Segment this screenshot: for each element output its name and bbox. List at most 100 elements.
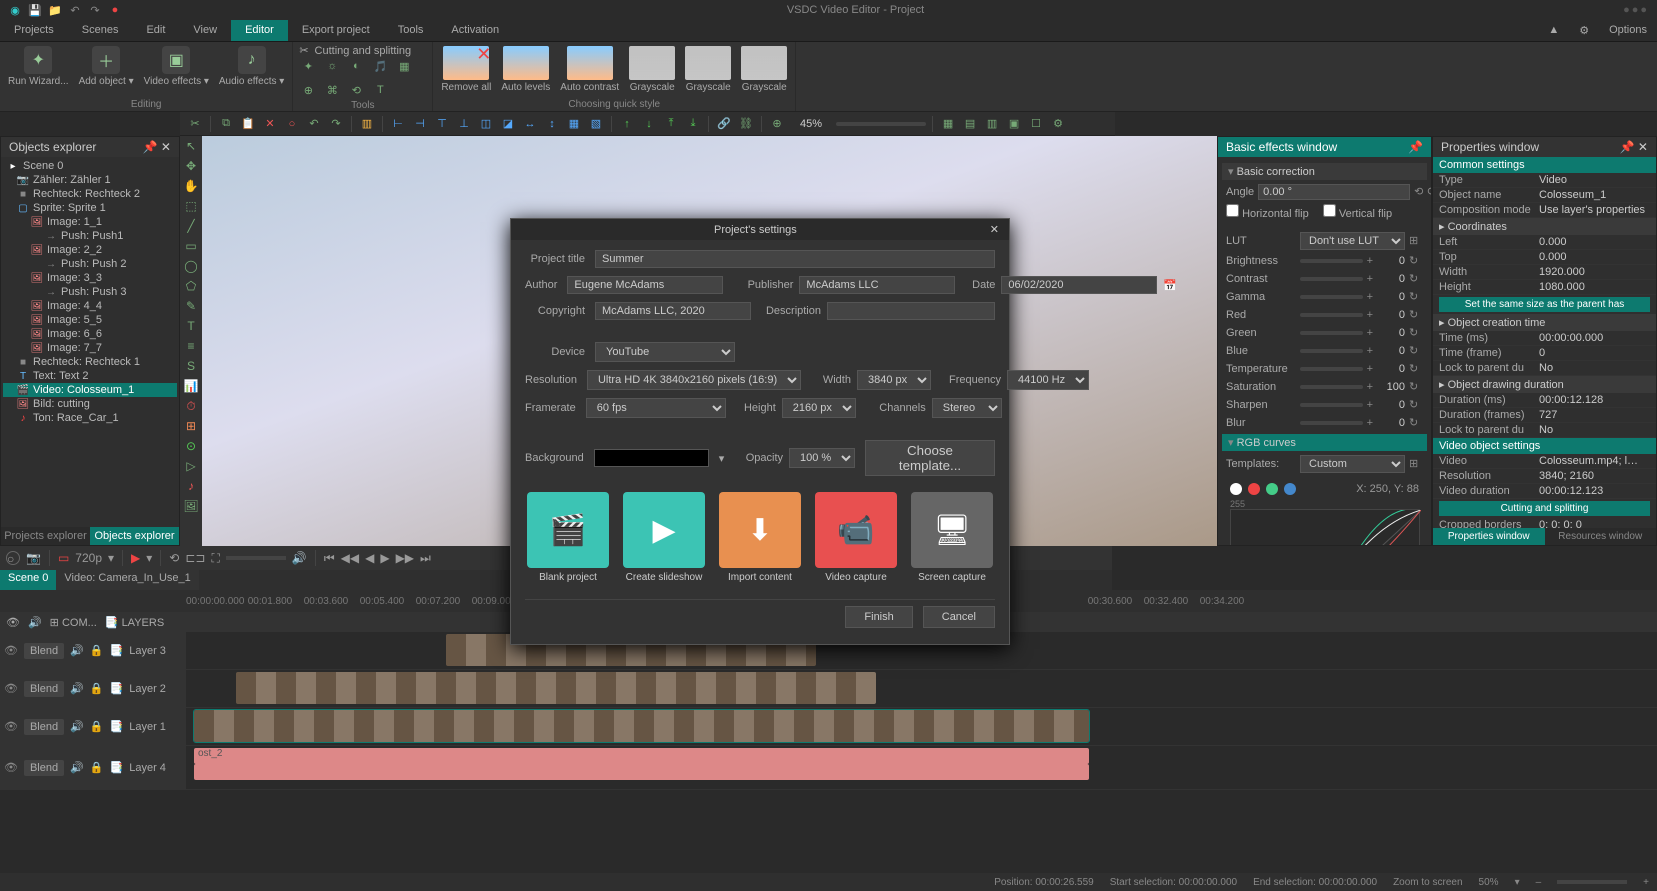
copyright-input[interactable]: [595, 302, 751, 320]
property-row[interactable]: Time (ms)00:00:00.000: [1433, 331, 1656, 346]
distribute-h-icon[interactable]: ↔: [521, 115, 539, 133]
tree-item[interactable]: →Push: Push 2: [3, 257, 177, 271]
line-icon[interactable]: ╱: [183, 218, 199, 234]
subtitle-icon[interactable]: S: [183, 358, 199, 374]
cat-drawing-duration[interactable]: ▸ Object drawing duration: [1433, 376, 1656, 393]
run-wizard-button[interactable]: ✦Run Wizard...: [6, 44, 71, 98]
slider[interactable]: [1300, 421, 1363, 425]
height-select[interactable]: 2160 px: [782, 398, 856, 418]
slider[interactable]: [1300, 403, 1363, 407]
green-channel-dot[interactable]: [1266, 483, 1278, 495]
paste-icon[interactable]: 📋: [239, 115, 257, 133]
date-input[interactable]: [1001, 276, 1157, 294]
ellipse-icon[interactable]: ◯: [183, 258, 199, 274]
finish-button[interactable]: Finish: [845, 606, 912, 628]
property-row[interactable]: Duration (frames)727: [1433, 408, 1656, 423]
tree-item[interactable]: 🎬Video: Colosseum_1: [3, 383, 177, 397]
tab-edit[interactable]: Edit: [132, 20, 179, 41]
reset-icon[interactable]: ↻: [1409, 380, 1423, 394]
curve-settings-icon[interactable]: ⊞: [1409, 457, 1423, 471]
clip-tab[interactable]: Video: Camera_In_Use_1: [56, 570, 198, 590]
property-row[interactable]: Width1920.000: [1433, 265, 1656, 280]
unlock-icon[interactable]: ⛓: [737, 115, 755, 133]
ungroup-icon[interactable]: ▧: [587, 115, 605, 133]
tool-icon[interactable]: 🎵: [371, 57, 389, 75]
video-icon[interactable]: ▷: [183, 458, 199, 474]
hand-icon[interactable]: ✋: [183, 178, 199, 194]
snap-icon[interactable]: ⊕: [768, 115, 786, 133]
cutting-splitting-button[interactable]: Cutting and splitting: [1439, 501, 1650, 516]
blend-mode-button[interactable]: Blend: [24, 681, 64, 697]
property-row[interactable]: Resolution3840; 2160: [1433, 469, 1656, 484]
align-right-icon[interactable]: ⊤: [433, 115, 451, 133]
slider[interactable]: [1300, 349, 1363, 353]
reset-icon[interactable]: ↻: [1409, 308, 1423, 322]
tree-item[interactable]: →Push: Push 3: [3, 285, 177, 299]
step-back-icon[interactable]: ◀: [365, 551, 374, 565]
project-title-input[interactable]: [595, 250, 995, 268]
undo-icon[interactable]: ↶: [305, 115, 323, 133]
auto-levels-button[interactable]: Auto levels: [499, 44, 552, 98]
tab-activation[interactable]: Activation: [437, 20, 513, 41]
audio-icon[interactable]: ♪: [183, 478, 199, 494]
animation-icon[interactable]: ⊙: [183, 438, 199, 454]
slider[interactable]: [1300, 385, 1363, 389]
projects-explorer-tab[interactable]: Projects explorer: [1, 527, 90, 545]
property-row[interactable]: Lock to parent duNo: [1433, 423, 1656, 438]
timeline-clip[interactable]: [194, 710, 1089, 742]
copy-icon[interactable]: ⧉: [217, 115, 235, 133]
align-bottom-icon[interactable]: ◪: [499, 115, 517, 133]
chart-icon[interactable]: 📊: [183, 378, 199, 394]
last-icon[interactable]: ⏭: [420, 551, 431, 566]
template-tile[interactable]: ⬇Import content: [717, 492, 803, 583]
qat-undo-icon[interactable]: ↶: [68, 3, 82, 17]
eye-icon[interactable]: 👁: [4, 682, 18, 695]
blend-mode-button[interactable]: Blend: [24, 643, 64, 659]
step-fwd-icon[interactable]: ▶▶: [396, 551, 414, 565]
zoom-minus-icon[interactable]: –: [1536, 877, 1542, 888]
loop-icon[interactable]: ⟲: [169, 551, 179, 565]
speaker-icon[interactable]: 🔊: [70, 720, 84, 733]
move-icon[interactable]: ✥: [183, 158, 199, 174]
lut-browse-icon[interactable]: ⊞: [1409, 234, 1423, 248]
up-icon[interactable]: ↑: [618, 115, 636, 133]
qat-redo-icon[interactable]: ↷: [88, 3, 102, 17]
choose-template-button[interactable]: Choose template...: [865, 440, 995, 476]
rec-icon[interactable]: ○: [6, 551, 20, 565]
property-row[interactable]: Object nameColosseum_1: [1433, 188, 1656, 203]
slider[interactable]: [1300, 295, 1363, 299]
play2-icon[interactable]: ▶: [380, 551, 389, 565]
cat-creation-time[interactable]: ▸ Object creation time: [1433, 314, 1656, 331]
safe-icon[interactable]: ☐: [1027, 115, 1045, 133]
zoom-value[interactable]: 45%: [800, 118, 822, 130]
reset-icon[interactable]: ↻: [1409, 326, 1423, 340]
distribute-v-icon[interactable]: ↕: [543, 115, 561, 133]
res-label[interactable]: 720p: [75, 551, 102, 565]
reset-icon[interactable]: ↻: [1409, 254, 1423, 268]
tab-editor[interactable]: Editor: [231, 20, 288, 41]
tab-tools[interactable]: Tools: [384, 20, 438, 41]
reset-icon[interactable]: ↻: [1409, 416, 1423, 430]
counter-icon[interactable]: ⏱: [183, 398, 199, 414]
pin-icon[interactable]: 📌 ✕: [143, 140, 171, 154]
vflip-checkbox[interactable]: Vertical flip: [1323, 204, 1392, 220]
properties-tab[interactable]: Properties window: [1433, 528, 1545, 545]
timeline-clip[interactable]: [194, 764, 1089, 780]
speaker-icon[interactable]: 🔊: [70, 644, 84, 657]
objects-explorer-tab[interactable]: Objects explorer: [90, 527, 179, 545]
group-icon[interactable]: ▦: [565, 115, 583, 133]
top-icon[interactable]: ⤒: [662, 115, 680, 133]
tree-item[interactable]: ▢Sprite: Sprite 1: [3, 201, 177, 215]
audio-effects-button[interactable]: ♪Audio effects ▾: [217, 44, 286, 98]
close-icon[interactable]: ✕: [990, 223, 999, 236]
property-row[interactable]: Video duration00:00:12.123: [1433, 484, 1656, 499]
tree-item[interactable]: ♪Ton: Race_Car_1: [3, 411, 177, 425]
full-icon[interactable]: ⛶: [211, 551, 219, 566]
zoom-slider[interactable]: [836, 122, 926, 126]
freehand-icon[interactable]: ✎: [183, 298, 199, 314]
property-row[interactable]: Duration (ms)00:00:12.128: [1433, 393, 1656, 408]
help-icon[interactable]: ▲: [1538, 20, 1569, 41]
reset-icon[interactable]: ↻: [1409, 290, 1423, 304]
curve-template-select[interactable]: Custom: [1300, 455, 1405, 473]
frequency-select[interactable]: 44100 Hz: [1007, 370, 1089, 390]
